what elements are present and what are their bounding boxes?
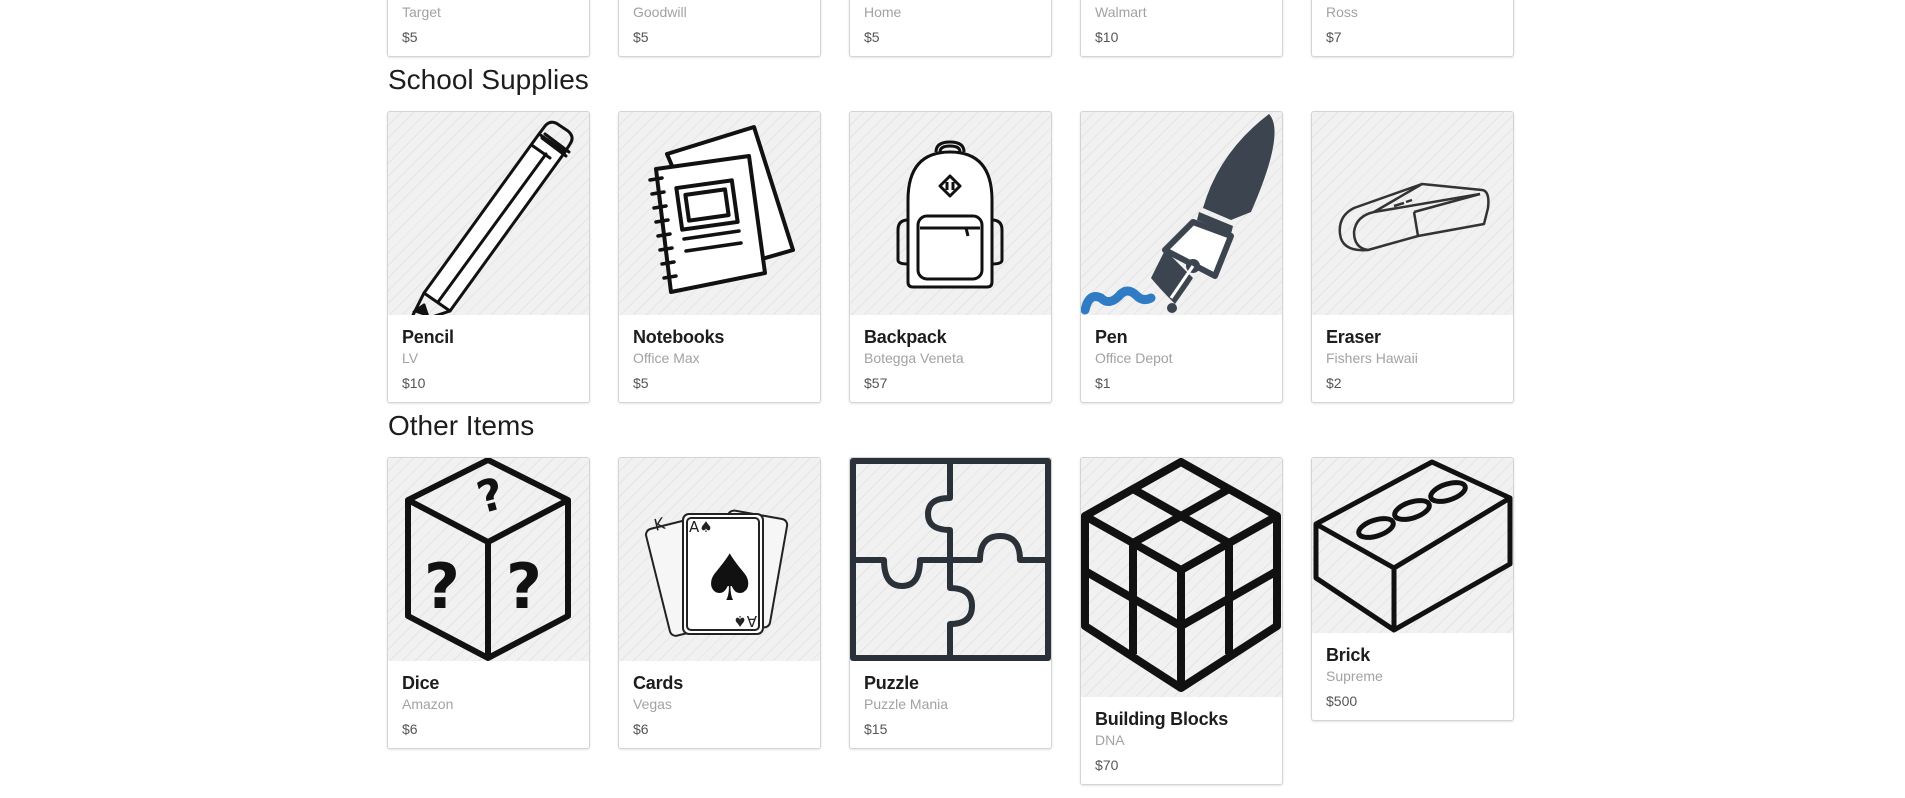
svg-text:♠: ♠ [701,542,758,616]
product-price: $5 [633,375,649,391]
product-image [1081,112,1282,315]
product-image [619,112,820,315]
product-image [1312,112,1513,315]
product-brand: Fishers Hawaii [1326,350,1418,366]
product-brand: DNA [1095,732,1125,748]
product-image: ? ? ? [388,458,589,661]
product-price: $5 [633,29,649,45]
product-name: Dice [402,673,440,693]
section-title-school-supplies: School Supplies [388,64,589,95]
product-price: $7 [1326,29,1342,45]
product-name: Eraser [1326,327,1381,347]
product-brand: Amazon [402,696,454,712]
svg-text:?: ? [506,550,542,623]
product-image [1081,458,1282,697]
product-brand: LV [402,350,419,366]
product-card[interactable]: Target $5 [387,0,590,57]
fountain-pen-icon [1081,114,1275,315]
product-image [850,112,1051,315]
product-card-building-blocks[interactable]: Building Blocks DNA $70 [1080,457,1283,785]
product-brand: Office Max [633,350,700,366]
product-price: $2 [1326,375,1342,391]
playing-cards-icon: K A♠ A♠ ♠ [645,509,789,637]
product-card-dice[interactable]: ? ? ? Dice Amazon $6 [387,457,590,749]
product-card-brick[interactable]: Brick Supreme $500 [1311,457,1514,721]
product-card-notebooks[interactable]: Notebooks Office Max $5 [618,111,821,403]
product-brand: Walmart [1095,4,1147,20]
product-card-cards[interactable]: K A♠ A♠ ♠ Cards Vegas $6 [618,457,821,749]
product-image [388,112,589,315]
product-brand: Puzzle Mania [864,696,949,712]
svg-text:A♠: A♠ [689,518,713,536]
product-brand: Botegga Veneta [864,350,964,366]
mystery-box-icon: ? ? ? [405,458,571,661]
product-price: $10 [1095,29,1119,45]
svg-text:?: ? [424,550,460,623]
section-title-other-items: Other Items [388,410,535,441]
backpack-icon [896,140,1004,289]
product-brand: Vegas [633,696,672,712]
product-price: $5 [864,29,880,45]
product-price: $57 [864,375,888,391]
product-card-backpack[interactable]: Backpack Botegga Veneta $57 [849,111,1052,403]
product-brand: Supreme [1326,668,1383,684]
product-image [1312,458,1513,633]
product-price: $6 [402,721,418,737]
product-name: Pen [1095,327,1128,347]
pencil-icon [411,120,574,315]
product-price: $1 [1095,375,1111,391]
brick-icon [1313,459,1513,633]
product-card[interactable]: Walmart $10 [1080,0,1283,57]
product-price: $15 [864,721,888,737]
product-price: $5 [402,29,418,45]
product-price: $6 [633,721,649,737]
product-name: Notebooks [633,327,725,347]
product-name: Cards [633,673,684,693]
product-name: Brick [1326,645,1371,665]
product-price: $10 [402,375,426,391]
product-name: Pencil [402,327,454,347]
product-card-eraser[interactable]: Eraser Fishers Hawaii $2 [1311,111,1514,403]
product-card-puzzle[interactable]: Puzzle Puzzle Mania $15 [849,457,1052,749]
product-brand: Target [402,4,441,20]
svg-text:?: ? [472,468,510,524]
eraser-icon [1338,182,1490,252]
product-image [850,458,1051,661]
product-card[interactable]: Home $5 [849,0,1052,57]
product-brand: Goodwill [633,4,687,20]
cube-grid-icon [1081,458,1281,692]
puzzle-icon [850,458,1051,661]
product-brand: Ross [1326,4,1358,20]
product-name: Building Blocks [1095,709,1229,729]
product-card[interactable]: Goodwill $5 [618,0,821,57]
product-name: Backpack [864,327,947,347]
product-brand: Home [864,4,902,20]
product-card[interactable]: Ross $7 [1311,0,1514,57]
product-image: K A♠ A♠ ♠ [619,458,820,661]
product-card-pen[interactable]: Pen Office Depot $1 [1080,111,1283,403]
notebook-icon [648,125,795,294]
product-name: Puzzle [864,673,919,693]
product-price: $500 [1326,693,1358,709]
product-price: $70 [1095,757,1119,773]
product-brand: Office Depot [1095,350,1173,366]
product-card-pencil[interactable]: Pencil LV $10 [387,111,590,403]
